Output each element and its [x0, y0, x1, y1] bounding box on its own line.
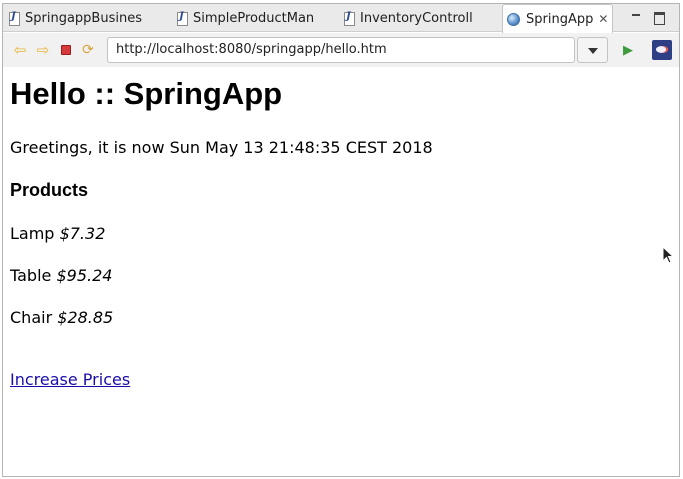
tab-springapp-browser[interactable]: SpringApp ✕ [502, 4, 613, 33]
back-arrow-icon: ⇦ [13, 41, 27, 59]
url-history-dropdown[interactable] [577, 37, 608, 63]
play-icon: ▶ [623, 42, 633, 58]
stop-icon [61, 45, 71, 55]
product-price: $95.24 [56, 266, 113, 285]
tab-simple-product-manager[interactable]: SimpleProductMan [177, 4, 337, 32]
products-heading: Products [10, 180, 89, 200]
page-title: Hello :: SpringApp [10, 76, 283, 111]
maximize-icon[interactable] [652, 10, 666, 25]
refresh-button[interactable]: ⟳ [80, 42, 96, 58]
product-name: Lamp [10, 224, 55, 243]
minimize-icon[interactable] [629, 10, 643, 24]
product-name: Table [10, 266, 52, 285]
eclipse-icon [652, 40, 672, 60]
product-name: Chair [10, 308, 53, 327]
eclipse-browser-button[interactable] [652, 40, 672, 60]
java-file-icon [177, 11, 188, 26]
back-button[interactable]: ⇦ [12, 42, 28, 58]
editor-tab-bar: SpringappBusines SimpleProductMan Invent… [3, 4, 679, 33]
greeting-text: Greetings, it is now Sun May 13 21:48:35… [10, 138, 433, 157]
tab-label: SpringappBusines [25, 10, 142, 26]
tab-label: SpringApp [526, 11, 594, 27]
go-button[interactable]: ▶ [620, 42, 636, 58]
mouse-cursor-icon [662, 246, 674, 264]
product-item: Lamp $7.32 [10, 224, 105, 243]
globe-icon [507, 12, 520, 26]
product-item: Table $95.24 [10, 266, 112, 285]
tab-label: InventoryControll [360, 10, 473, 26]
forward-arrow-icon: ⇨ [36, 41, 50, 59]
product-price: $28.85 [57, 308, 114, 327]
tab-label: SimpleProductMan [193, 10, 315, 26]
forward-button[interactable]: ⇨ [35, 42, 51, 58]
increase-prices-link[interactable]: Increase Prices [10, 370, 130, 389]
stop-button[interactable] [58, 42, 74, 58]
tab-inventory-controller[interactable]: InventoryControll [344, 4, 500, 32]
java-file-icon [344, 11, 355, 26]
refresh-icon: ⟳ [82, 42, 94, 58]
tab-springapp-business[interactable]: SpringappBusines [9, 4, 169, 32]
close-tab-icon[interactable]: ✕ [598, 12, 608, 26]
product-price: $7.32 [59, 224, 106, 243]
product-item: Chair $28.85 [10, 308, 113, 327]
java-file-icon [9, 11, 20, 26]
browser-toolbar: ⇦ ⇨ ⟳ http://localhost:8080/springapp/he… [3, 33, 679, 67]
url-input[interactable]: http://localhost:8080/springapp/hello.ht… [107, 37, 575, 63]
